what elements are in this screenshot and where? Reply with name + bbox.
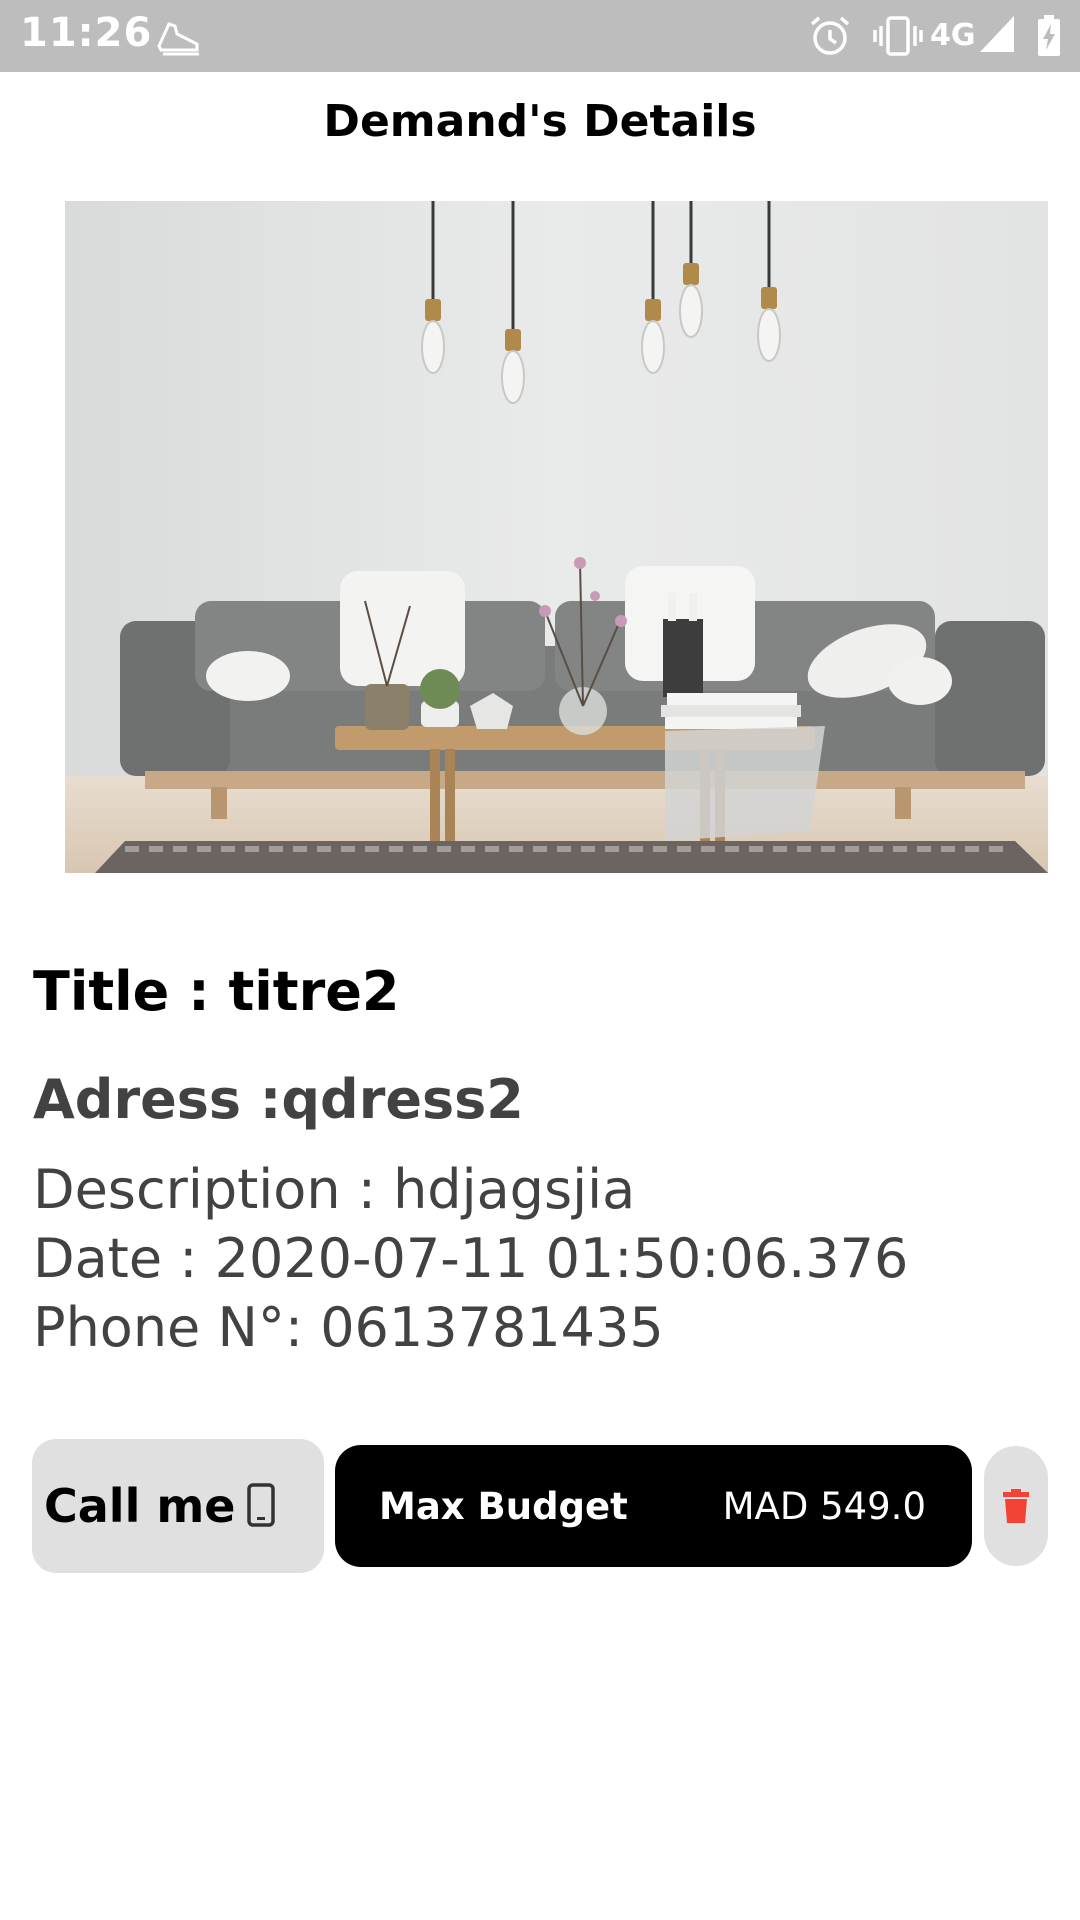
signal-icon: [980, 16, 1014, 52]
shoe-icon: [157, 22, 199, 56]
page-title: Demand's Details: [323, 96, 757, 147]
trash-icon: [1003, 1489, 1029, 1523]
demand-description: Description : hdjagsjia: [33, 1158, 636, 1221]
call-me-label: Call me: [44, 1479, 236, 1533]
battery-charging-icon: [1038, 15, 1060, 56]
demand-phone: Phone N°: 0613781435: [33, 1296, 664, 1359]
status-time: 11:26: [20, 10, 153, 56]
max-budget-label: Max Budget: [379, 1485, 628, 1528]
alarm-icon: [810, 16, 850, 55]
delete-button[interactable]: [984, 1446, 1048, 1566]
demand-title: Title : titre2: [33, 960, 400, 1023]
max-budget-value: MAD 549.0: [722, 1485, 926, 1528]
demand-date: Date : 2020-07-11 01:50:06.376: [33, 1227, 909, 1290]
max-budget-panel: Max Budget MAD 549.0: [335, 1445, 972, 1567]
status-bar: 11:26 4G: [0, 0, 1080, 72]
demand-address: Adress :qdress2: [33, 1068, 524, 1131]
call-me-button[interactable]: Call me: [32, 1439, 324, 1573]
network-label: 4G: [930, 18, 976, 53]
demand-image: [65, 201, 1048, 873]
smartphone-icon: [247, 1483, 275, 1527]
vibrate-icon: [873, 16, 923, 56]
